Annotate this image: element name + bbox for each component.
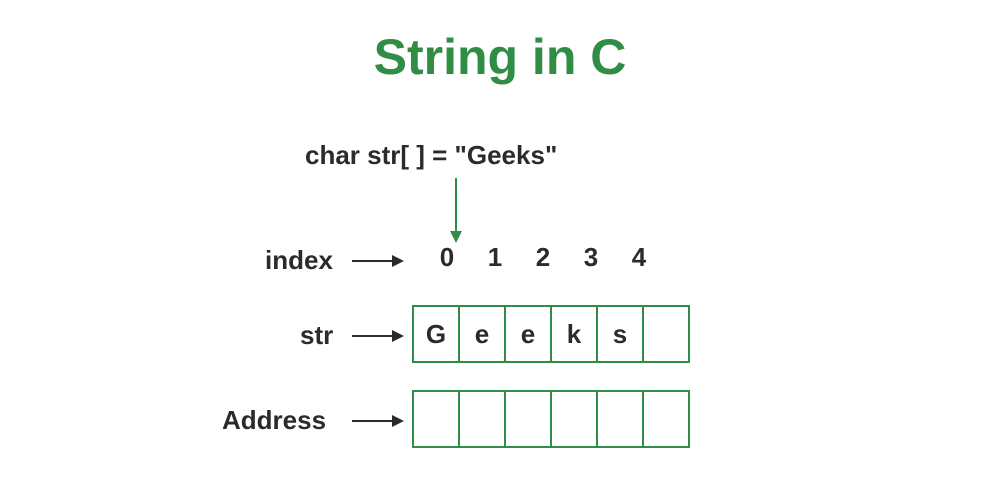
addr-cell <box>642 390 690 448</box>
str-arrow <box>352 335 394 337</box>
index-label: index <box>265 245 333 276</box>
index-arrow <box>352 260 394 262</box>
address-row <box>412 390 690 448</box>
char-cell: e <box>504 305 552 363</box>
index-cell: 4 <box>615 242 663 273</box>
addr-cell <box>412 390 460 448</box>
str-label: str <box>300 320 333 351</box>
address-arrow <box>352 420 394 422</box>
addr-cell <box>550 390 598 448</box>
char-cell: e <box>458 305 506 363</box>
index-cell: 1 <box>471 242 519 273</box>
addr-cell <box>458 390 506 448</box>
char-cell: s <box>596 305 644 363</box>
str-row: G e e k s <box>412 305 690 363</box>
declaration-arrow-down <box>455 178 457 233</box>
index-cell: 3 <box>567 242 615 273</box>
char-cell: G <box>412 305 460 363</box>
page-title: String in C <box>0 28 1000 86</box>
char-cell: k <box>550 305 598 363</box>
char-cell <box>642 305 690 363</box>
c-declaration: char str[ ] = "Geeks" <box>305 140 557 171</box>
index-cell: 2 <box>519 242 567 273</box>
index-cell: 0 <box>423 242 471 273</box>
index-row: 0 1 2 3 4 <box>423 242 663 273</box>
address-label: Address <box>222 405 326 436</box>
addr-cell <box>504 390 552 448</box>
addr-cell <box>596 390 644 448</box>
